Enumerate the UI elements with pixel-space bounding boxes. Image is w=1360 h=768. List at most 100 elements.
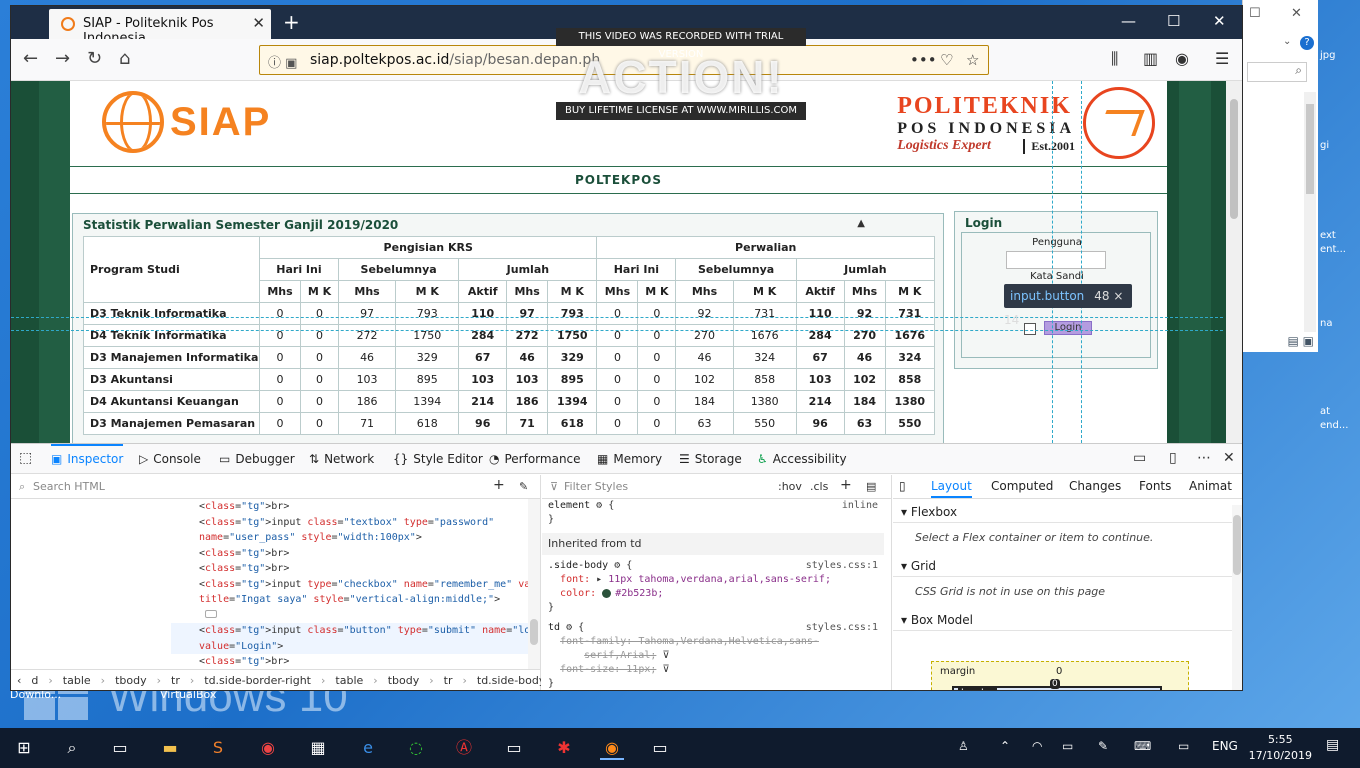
rule-source[interactable]: styles.css:1 (806, 621, 878, 635)
clock[interactable]: 5:55 17/10/2019 (1249, 732, 1312, 764)
page-actions-icon[interactable]: ••• (910, 51, 937, 69)
tab-changes[interactable]: Changes (1069, 479, 1121, 493)
network-tool-icon[interactable]: ✱ (552, 736, 576, 760)
sublime-icon[interactable]: S (206, 736, 230, 760)
breadcrumb-prev-icon[interactable]: ‹ (17, 674, 21, 687)
markup-line[interactable]: name="user_pass" style="width:100px"> (171, 530, 533, 546)
new-tab-icon[interactable]: + (283, 10, 300, 34)
chevron-down-icon[interactable]: ⌄ (1283, 36, 1291, 47)
reload-icon[interactable]: ↻ (87, 48, 102, 69)
maximize-icon[interactable]: ☐ (1249, 6, 1261, 21)
close-icon[interactable]: ✕ (1291, 6, 1302, 21)
rule-selector[interactable]: .side-body (548, 560, 608, 571)
tab-performance[interactable]: ◔ Performance (489, 444, 581, 474)
markup-line[interactable]: <class="tg">br> (171, 499, 533, 515)
url-bar[interactable]: ⓘ ▣ siap.poltekpos.ac.id/siap/besan.depa… (259, 45, 989, 75)
battery-icon[interactable]: ▭ (1062, 739, 1073, 753)
css-property[interactable]: font: (560, 574, 590, 585)
chrome-icon[interactable]: ◉ (256, 736, 280, 760)
tab-style-editor[interactable]: {} Style Editor (393, 444, 483, 474)
language-indicator[interactable]: ENG (1212, 739, 1238, 753)
rule-selector[interactable]: td (548, 622, 560, 633)
menu-icon[interactable]: ☰ (1215, 49, 1229, 68)
app-icon[interactable]: ◌ (404, 736, 428, 760)
breadcrumb-item[interactable]: table (63, 674, 91, 687)
cmd-icon[interactable]: ▭ (648, 736, 672, 760)
pocket-icon[interactable]: ♡ (940, 51, 953, 69)
margin-value[interactable]: 0 (1056, 666, 1062, 677)
markup-line[interactable]: <class="tg">input class="textbox" type="… (171, 515, 533, 531)
sidebar-toggle-icon[interactable]: ▯ (899, 479, 906, 493)
desktop-icon-label[interactable]: at (1320, 406, 1330, 417)
site-info-icon[interactable]: ⓘ ▣ (268, 52, 297, 71)
rule-source[interactable]: styles.css:1 (806, 559, 878, 573)
overridden-declaration[interactable]: font-family: Tahoma,Verdana,Helvetica,sa… (560, 636, 819, 647)
responsive-mode-icon[interactable]: ▯ (1169, 450, 1177, 466)
tab-animations[interactable]: Animat (1189, 479, 1232, 493)
hover-state-toggle[interactable]: :hov (778, 480, 802, 493)
home-icon[interactable]: ⌂ (119, 48, 130, 69)
markup-line[interactable]: <class="tg">input type="checkbox" name="… (171, 577, 533, 593)
collapse-arrow-icon[interactable]: ▲ (857, 218, 865, 229)
desktop-icon-label[interactable]: ent... (1320, 244, 1346, 255)
color-swatch[interactable] (602, 588, 612, 598)
bookmark-star-icon[interactable]: ☆ (966, 51, 979, 69)
overridden-declaration[interactable]: font-size: 11px; (560, 664, 656, 675)
border-value[interactable]: 0 (1050, 679, 1060, 689)
tab-accessibility[interactable]: ♿ Accessibility (757, 444, 847, 474)
add-node-icon[interactable]: + (493, 477, 505, 493)
more-options-icon[interactable]: ⋯ (1197, 450, 1211, 466)
markup-line[interactable]: <class="tg">br> (171, 654, 533, 669)
search-icon[interactable]: ⌕ (60, 736, 84, 760)
markup-line[interactable] (171, 608, 533, 624)
close-window-icon[interactable]: ✕ (1213, 12, 1226, 30)
page-scrollbar[interactable] (1226, 81, 1242, 443)
start-icon[interactable]: ⊞ (12, 736, 36, 760)
markup-line[interactable]: <class="tg">input class="button" type="s… (171, 623, 533, 639)
edge-icon[interactable]: e (356, 736, 380, 760)
element-picker-icon[interactable]: ⬚ (19, 450, 32, 466)
class-toggle[interactable]: .cls (810, 480, 828, 493)
action-recorder-icon[interactable]: Ⓐ (452, 736, 476, 760)
breadcrumb-item[interactable]: tr (444, 674, 453, 687)
display-icon[interactable]: ▭ (1178, 739, 1189, 753)
calendar-app-icon[interactable]: ▦ (306, 736, 330, 760)
css-property[interactable]: color: (560, 588, 596, 599)
minimize-icon[interactable]: — (1121, 12, 1136, 30)
markup-tree[interactable]: <class="tg">br> <class="tg">input class="… (171, 499, 533, 669)
people-icon[interactable]: ♙ (958, 739, 969, 753)
chevron-up-icon[interactable]: ⌃ (1000, 739, 1010, 753)
breadcrumb-item[interactable]: td.side-body (477, 674, 541, 687)
breadcrumb-item[interactable]: table (335, 674, 363, 687)
print-media-icon[interactable]: ▤ (866, 480, 876, 493)
markup-scrollbar[interactable] (528, 499, 540, 669)
desktop-icon-label[interactable]: jpg (1320, 50, 1335, 61)
tab-layout[interactable]: Layout (931, 479, 972, 498)
desktop-icon-label[interactable]: end... (1320, 420, 1348, 431)
tab-console[interactable]: ▷ Console (139, 444, 201, 474)
flexbox-section[interactable]: ▾ Flexbox (893, 501, 1233, 523)
tab-debugger[interactable]: ▭ Debugger (219, 444, 295, 474)
scrollbar[interactable] (1304, 92, 1316, 332)
task-view-icon[interactable]: ▭ (108, 736, 132, 760)
css-value[interactable]: #2b523b; (615, 588, 663, 599)
terminal-icon[interactable]: ▭ (502, 736, 526, 760)
tab-memory[interactable]: ▦ Memory (597, 444, 662, 474)
back-icon[interactable]: ← (23, 48, 38, 69)
filter-styles[interactable]: ⊽ Filter Styles :hov .cls + ▤ (542, 475, 891, 499)
wifi-icon[interactable]: ◠ (1032, 739, 1042, 753)
url-text[interactable]: siap.poltekpos.ac.id/siap/besan.depan.ph (310, 52, 600, 68)
sidebar-scrollbar[interactable] (1232, 505, 1242, 690)
desktop-icon-label[interactable]: ext (1320, 230, 1336, 241)
pen-icon[interactable]: ✎ (1098, 739, 1108, 753)
html-search[interactable]: ⌕ Search HTML + ✎ (11, 475, 540, 499)
tab-inspector[interactable]: ▣ Inspector (51, 444, 124, 474)
rule-selector[interactable]: element (548, 500, 590, 511)
keyboard-icon[interactable]: ⌨ (1134, 739, 1151, 753)
markup-line[interactable]: title="Ingat saya" style="vertical-align… (171, 592, 533, 608)
add-rule-icon[interactable]: + (840, 477, 852, 493)
close-tab-icon[interactable]: ✕ (252, 14, 265, 32)
markup-line[interactable]: value="Login"> (171, 638, 533, 654)
account-icon[interactable]: ◉ (1175, 49, 1189, 68)
breadcrumb-item[interactable]: tbody (115, 674, 147, 687)
